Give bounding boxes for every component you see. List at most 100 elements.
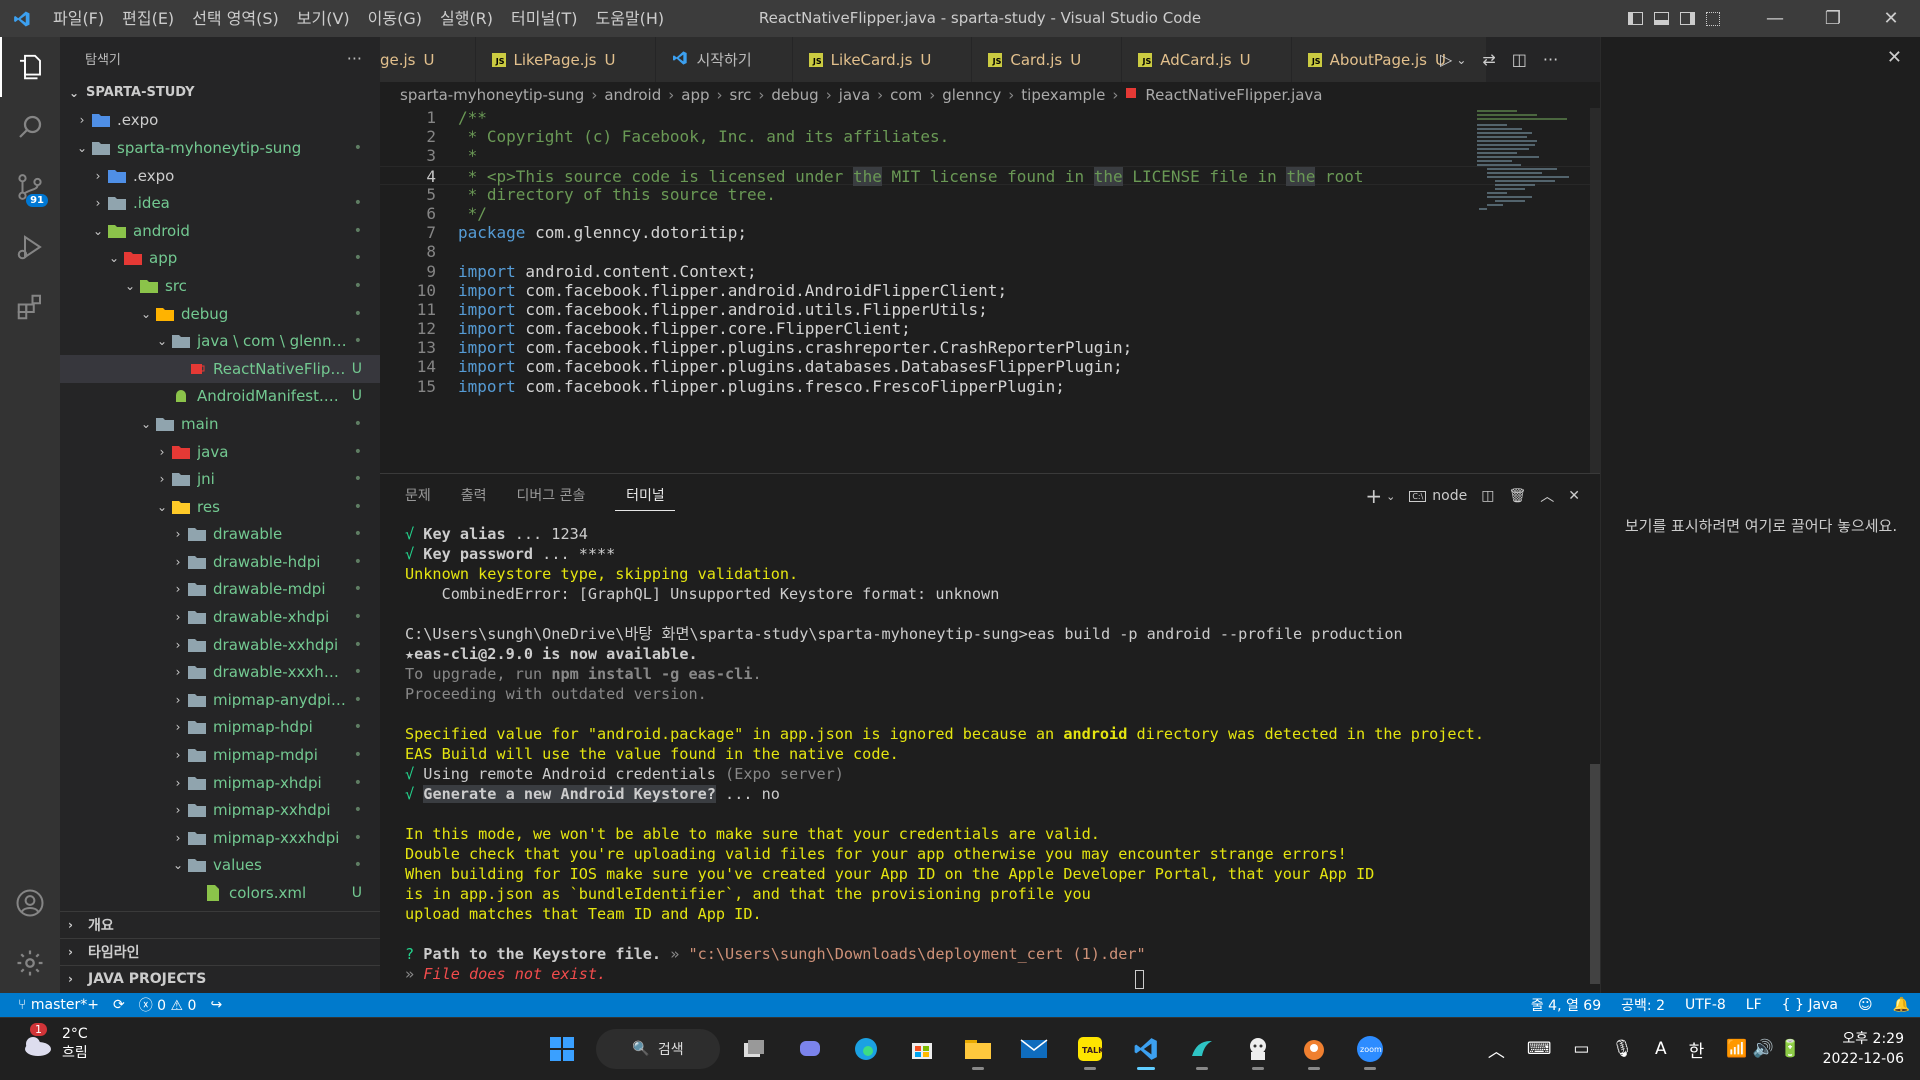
zoom-icon[interactable]: zoom bbox=[1348, 1027, 1392, 1071]
display-icon[interactable]: ▭ bbox=[1573, 1039, 1589, 1059]
breadcrumb-item[interactable]: android bbox=[604, 86, 661, 104]
explorer-icon[interactable] bbox=[0, 37, 60, 97]
start-windows-icon[interactable] bbox=[540, 1027, 584, 1071]
clock[interactable]: 오후 2:29 2022-12-06 bbox=[1823, 1029, 1904, 1069]
tree-item[interactable]: ⌄ app • bbox=[60, 245, 380, 273]
breadcrumb-item[interactable]: src bbox=[730, 86, 752, 104]
keyboard-icon[interactable]: ⌨ bbox=[1527, 1039, 1552, 1059]
menu-run[interactable]: 실행(R) bbox=[431, 0, 502, 37]
tree-item[interactable]: ⌄ sparta-myhoneytip-sung • bbox=[60, 134, 380, 162]
tab-debug-console[interactable]: 디버그 콘솔 bbox=[517, 474, 586, 518]
section-java-projects[interactable]: › JAVA PROJECTS bbox=[60, 965, 380, 992]
editor-tab[interactable]: JS LikeCard.js U bbox=[792, 37, 973, 82]
restore-button[interactable]: ❐ bbox=[1804, 0, 1862, 37]
terminal-shell-label[interactable]: node bbox=[1432, 488, 1467, 504]
terminal-scrollbar[interactable] bbox=[1590, 764, 1600, 984]
toggle-sidebar-icon[interactable] bbox=[1622, 0, 1648, 37]
more-actions-icon[interactable]: ··· bbox=[347, 49, 362, 68]
close-panel-icon[interactable]: ✕ bbox=[1568, 488, 1580, 504]
taskbar-search[interactable]: 🔍 검색 bbox=[596, 1029, 720, 1069]
breadcrumb-item[interactable]: ReactNativeFlipper.java bbox=[1145, 86, 1322, 104]
maximize-panel-icon[interactable]: ︿ bbox=[1540, 486, 1554, 506]
network-volume-battery-icon[interactable]: 📶 🔊 🔋 bbox=[1726, 1039, 1800, 1059]
tree-item[interactable]: ⌄ main • bbox=[60, 410, 380, 438]
compare-icon[interactable]: ⇄ bbox=[1482, 50, 1495, 69]
minimap[interactable] bbox=[1475, 108, 1590, 248]
sync-icon[interactable]: ⟳ bbox=[113, 997, 125, 1013]
menu-file[interactable]: 파일(F) bbox=[44, 0, 113, 37]
teams-chat-icon[interactable] bbox=[788, 1027, 832, 1071]
tree-item[interactable]: › .expo bbox=[60, 107, 380, 135]
chevron-down-icon[interactable]: ⌄ bbox=[1456, 53, 1466, 67]
toggle-secondary-sidebar-icon[interactable] bbox=[1674, 0, 1700, 37]
more-actions-icon[interactable]: ··· bbox=[1543, 50, 1558, 69]
section-timeline[interactable]: › 타임라인 bbox=[60, 938, 380, 965]
tree-item[interactable]: › drawable • bbox=[60, 521, 380, 549]
section-outline[interactable]: › 개요 bbox=[60, 911, 380, 938]
source-control-icon[interactable]: 91 bbox=[0, 157, 60, 217]
tree-item[interactable]: colors.xml U bbox=[60, 879, 380, 907]
editor-scrollbar[interactable] bbox=[1590, 108, 1600, 473]
terminal-output[interactable]: √ Key alias ... 1234 √ Key password ... *… bbox=[380, 518, 1600, 984]
tree-item[interactable]: › mipmap-xhdpi • bbox=[60, 769, 380, 797]
language-mode[interactable]: { } Java bbox=[1782, 997, 1838, 1013]
breadcrumb-item[interactable]: java bbox=[839, 86, 870, 104]
chevron-up-icon[interactable]: ︿ bbox=[1488, 1037, 1505, 1062]
tab-problems[interactable]: 문제 bbox=[405, 474, 431, 518]
run-icon[interactable]: ▷ bbox=[1440, 50, 1452, 69]
mail-icon[interactable] bbox=[1012, 1027, 1056, 1071]
editor-tab[interactable]: JS LikePage.js U bbox=[475, 37, 657, 82]
menu-selection[interactable]: 선택 영역(S) bbox=[183, 0, 288, 37]
android-studio-bird-icon[interactable] bbox=[1180, 1027, 1224, 1071]
breadcrumb-item[interactable]: glenncy bbox=[942, 86, 1001, 104]
branch-indicator[interactable]: ⑂ master*+ bbox=[18, 997, 99, 1013]
breadcrumb-item[interactable]: tipexample bbox=[1021, 86, 1105, 104]
tree-item[interactable]: › mipmap-xxxhdpi • bbox=[60, 824, 380, 852]
tree-item[interactable]: ⌄ java \ com \ glenncy \... • bbox=[60, 327, 380, 355]
pen-icon[interactable]: A bbox=[1655, 1039, 1667, 1059]
new-terminal-plus-icon[interactable]: + bbox=[1365, 484, 1382, 508]
terminal-shell-icon[interactable]: C:\ bbox=[1409, 490, 1427, 502]
tree-item[interactable]: › .idea • bbox=[60, 189, 380, 217]
tree-item[interactable]: › mipmap-anydpi-v26 • bbox=[60, 686, 380, 714]
tree-item[interactable]: ⌄ res • bbox=[60, 493, 380, 521]
tree-item[interactable]: › drawable-mdpi • bbox=[60, 576, 380, 604]
tree-item[interactable]: AndroidManifest.xml U bbox=[60, 383, 380, 411]
editor-tab[interactable]: JS Card.js U bbox=[972, 37, 1123, 82]
close-icon[interactable]: ✕ bbox=[1887, 47, 1902, 68]
extensions-icon[interactable] bbox=[0, 277, 60, 337]
problems-indicator[interactable]: ⓧ 0 ⚠ 0 bbox=[139, 995, 197, 1015]
kakaotalk-icon[interactable]: TALK bbox=[1068, 1027, 1112, 1071]
breadcrumb-item[interactable]: app bbox=[681, 86, 709, 104]
tree-item[interactable]: ⌄ values • bbox=[60, 852, 380, 880]
menu-terminal[interactable]: 터미널(T) bbox=[502, 0, 586, 37]
breadcrumb-item[interactable]: debug bbox=[771, 86, 818, 104]
chevron-down-icon[interactable]: ⌄ bbox=[1386, 490, 1395, 503]
github-desktop-icon[interactable] bbox=[1236, 1027, 1280, 1071]
breadcrumb-item[interactable]: com bbox=[890, 86, 922, 104]
tree-item[interactable]: › mipmap-hdpi • bbox=[60, 714, 380, 742]
postman-icon[interactable] bbox=[1292, 1027, 1336, 1071]
task-view-icon[interactable] bbox=[732, 1027, 776, 1071]
customize-layout-icon[interactable] bbox=[1700, 0, 1726, 37]
editor-tab[interactable]: 시작하기 bbox=[656, 37, 793, 82]
tree-item[interactable]: ReactNativeFlipper....U bbox=[60, 354, 380, 383]
tree-item[interactable]: › drawable-xxhdpi • bbox=[60, 631, 380, 659]
run-debug-icon[interactable] bbox=[0, 217, 60, 277]
trash-icon[interactable]: 🗑 bbox=[1508, 488, 1526, 504]
tree-item[interactable]: › drawable-hdpi • bbox=[60, 548, 380, 576]
tree-item[interactable]: › mipmap-mdpi • bbox=[60, 741, 380, 769]
edge-browser-icon[interactable] bbox=[844, 1027, 888, 1071]
encoding[interactable]: UTF-8 bbox=[1685, 997, 1726, 1013]
end-of-line[interactable]: LF bbox=[1746, 997, 1762, 1013]
split-editor-icon[interactable]: ◫ bbox=[1512, 50, 1527, 69]
tree-item[interactable]: › mipmap-xxhdpi • bbox=[60, 796, 380, 824]
notifications-bell-icon[interactable]: 🔔 bbox=[1893, 997, 1910, 1013]
menu-help[interactable]: 도움말(H) bbox=[586, 0, 673, 37]
minimize-button[interactable]: — bbox=[1746, 0, 1804, 37]
vscode-taskbar-icon[interactable] bbox=[1124, 1027, 1168, 1071]
feedback-icon[interactable]: ☺ bbox=[1858, 997, 1873, 1013]
menu-go[interactable]: 이동(G) bbox=[359, 0, 431, 37]
editor-tab[interactable]: JS AdCard.js U bbox=[1122, 37, 1292, 82]
split-terminal-icon[interactable]: ◫ bbox=[1481, 488, 1494, 504]
